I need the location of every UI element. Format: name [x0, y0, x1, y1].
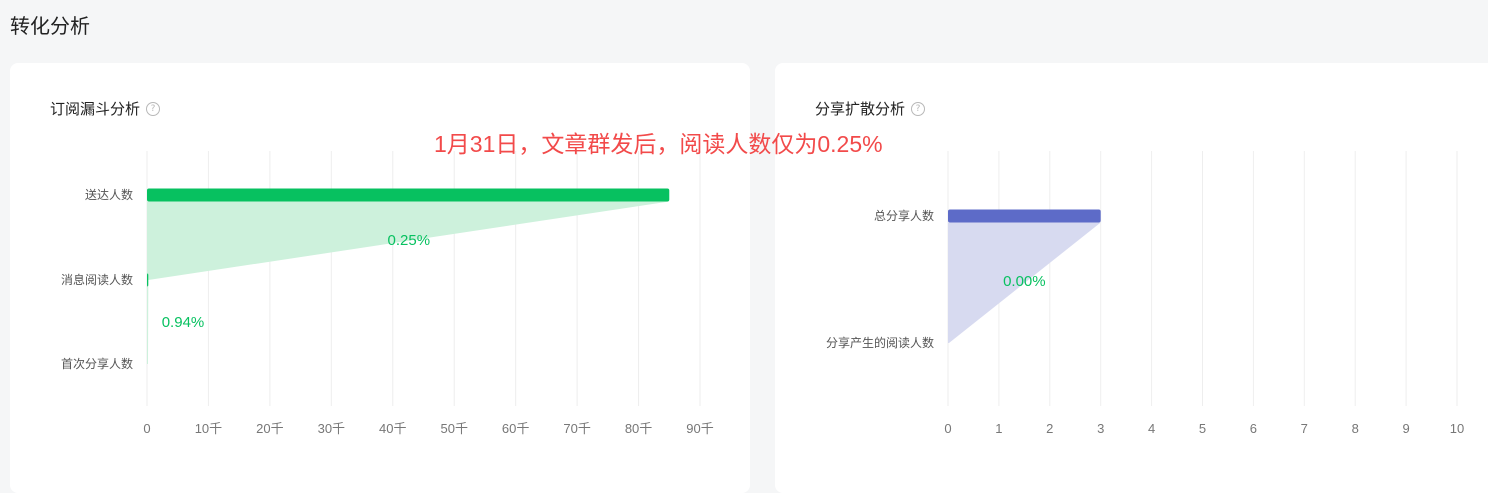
- x-tick-label: 2: [1046, 421, 1053, 436]
- category-label: 总分享人数: [874, 208, 934, 223]
- x-tick-label: 20千: [256, 421, 283, 436]
- page-title: 转化分析: [10, 16, 90, 38]
- bar[interactable]: [147, 188, 670, 202]
- x-tick-label: 0: [143, 421, 150, 436]
- bar[interactable]: [147, 273, 149, 287]
- x-tick-label: 80千: [625, 421, 652, 436]
- annotation-text: 1月31日，文章群发后，阅读人数仅为0.25%: [434, 131, 883, 157]
- x-tick-label: 3: [1097, 421, 1104, 436]
- x-tick-label: 7: [1301, 421, 1308, 436]
- x-tick-label: 10: [1450, 421, 1464, 436]
- conversion-rate-label: 0.94%: [162, 314, 205, 331]
- category-label: 首次分享人数: [61, 356, 133, 371]
- x-tick-label: 9: [1402, 421, 1409, 436]
- x-tick-label: 5: [1199, 421, 1206, 436]
- x-tick-label: 0: [944, 421, 951, 436]
- conversion-rate-label: 0.00%: [1003, 273, 1046, 290]
- x-tick-label: 8: [1352, 421, 1359, 436]
- bar[interactable]: [948, 209, 1101, 223]
- x-tick-label: 10千: [195, 421, 222, 436]
- category-label: 消息阅读人数: [61, 272, 133, 287]
- conversion-rate-label: 0.25%: [388, 232, 431, 249]
- x-tick-label: 30千: [318, 421, 345, 436]
- x-tick-label: 4: [1148, 421, 1155, 436]
- category-label: 送达人数: [85, 187, 133, 202]
- x-tick-label: 1: [995, 421, 1002, 436]
- x-tick-label: 90千: [686, 421, 713, 436]
- x-tick-label: 6: [1250, 421, 1257, 436]
- x-tick-label: 50千: [440, 421, 467, 436]
- category-label: 分享产生的阅读人数: [826, 335, 934, 350]
- x-tick-label: 70千: [563, 421, 590, 436]
- x-tick-label: 60千: [502, 421, 529, 436]
- funnel-area: [147, 286, 149, 364]
- x-tick-label: 40千: [379, 421, 406, 436]
